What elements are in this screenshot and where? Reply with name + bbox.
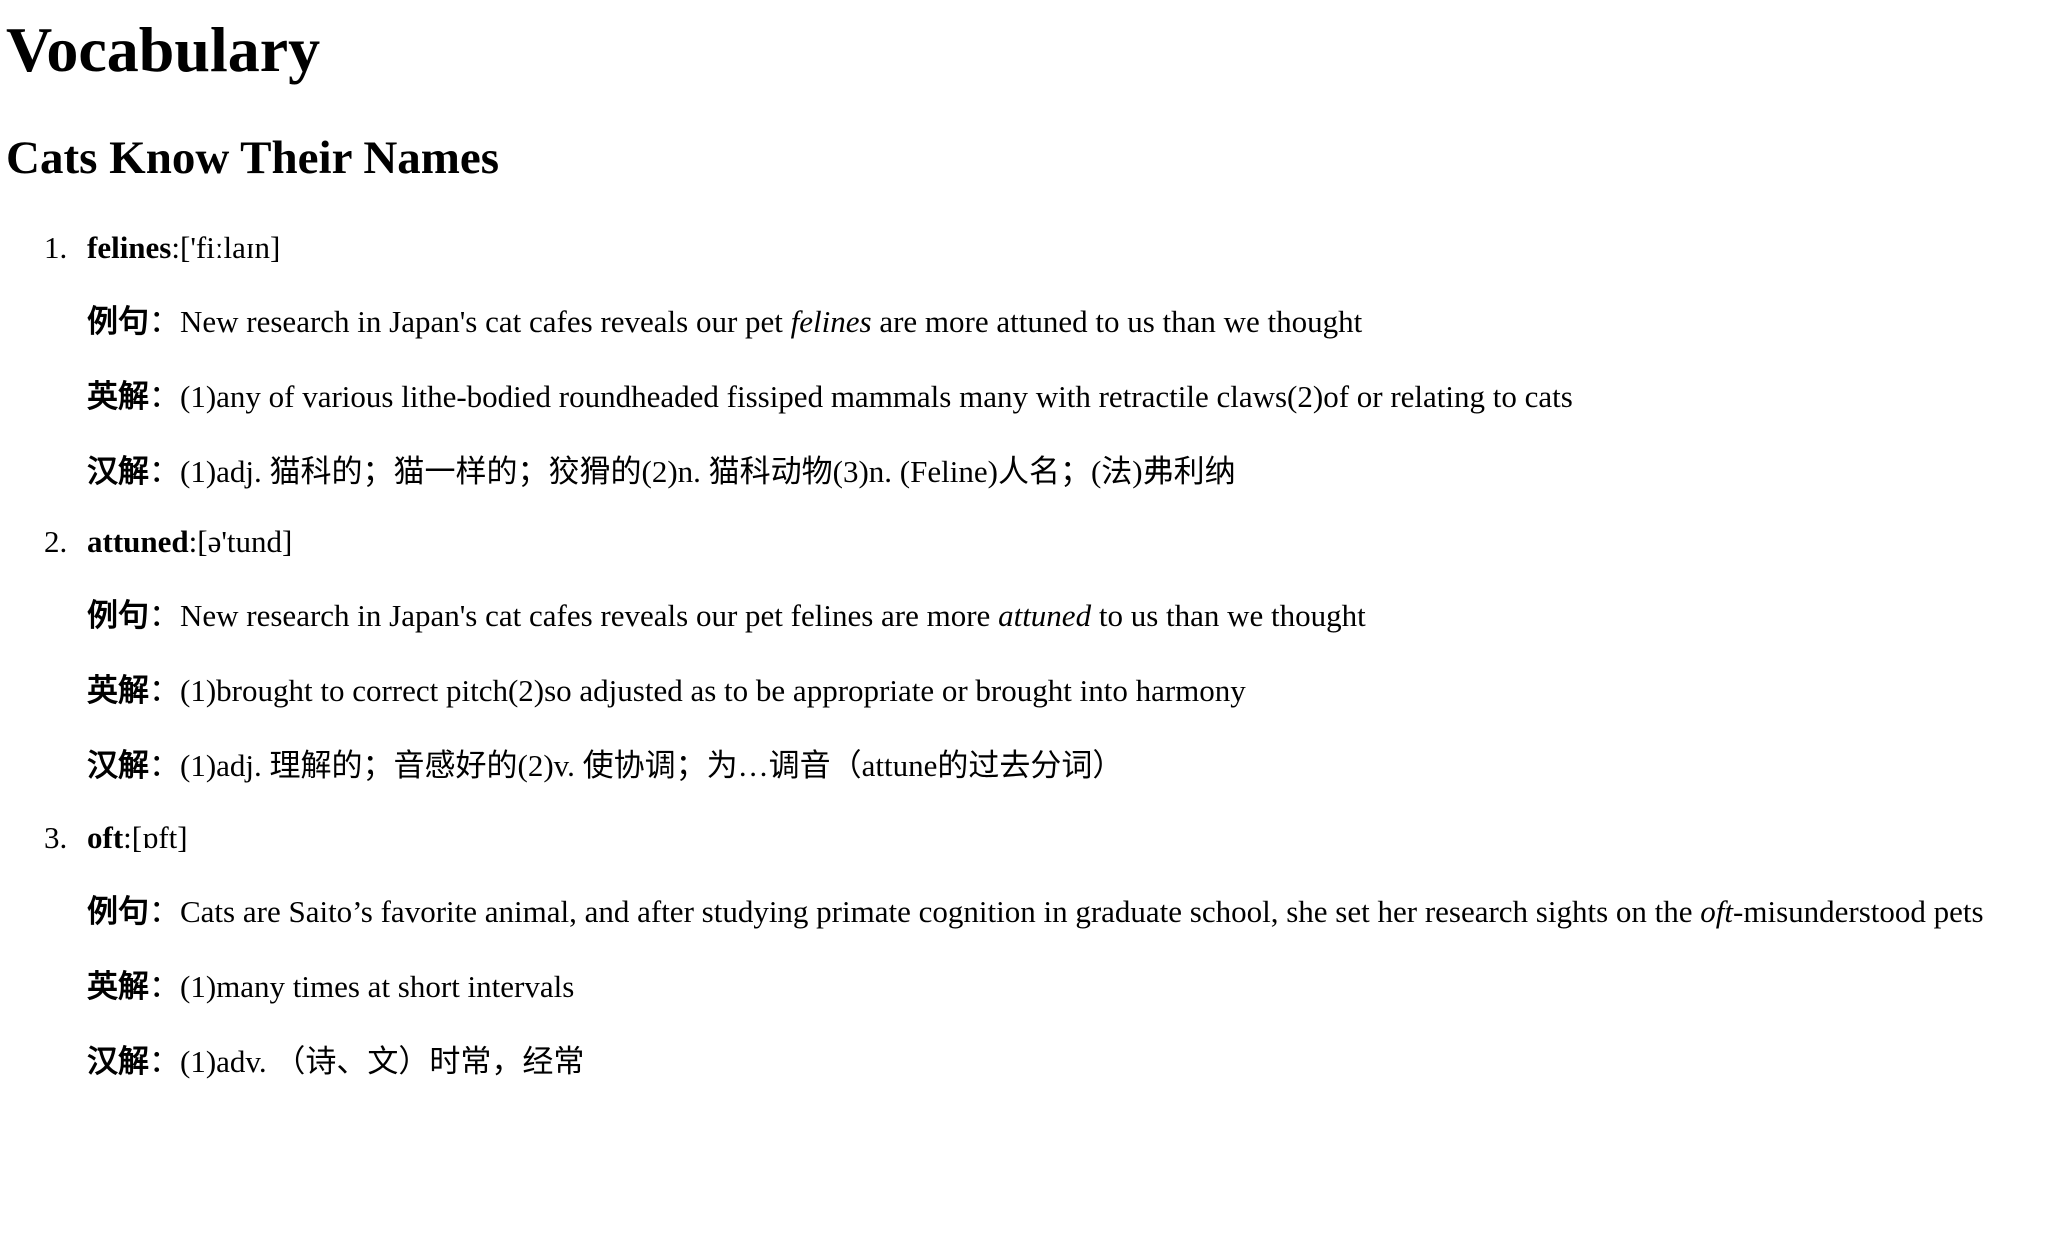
page-title: Vocabulary [6,14,321,85]
chinese-label: 汉解 [87,748,149,783]
entry-number: 3. [44,820,68,855]
example-label: 例句 [87,894,149,929]
headword: felines [87,230,172,265]
chinese-label: 汉解 [87,454,149,489]
example-text: New research in Japan's cat cafes reveal… [180,304,791,339]
example-sentence: 例句：Cats are Saito’s favorite animal, and… [87,894,1984,929]
english-label: 英解 [87,969,149,1004]
english-text: (1)brought to correct pitch(2)so adjuste… [180,673,1246,708]
entry-number: 1. [44,230,68,265]
headword: oft [87,820,124,855]
entry-headword: attuned:[ə'tund] [87,522,292,562]
example-text-end: -misunderstood pets [1733,894,1984,929]
chinese-label: 汉解 [87,1044,149,1079]
entry-number: 2. [44,524,68,559]
phonetic: [ɒft] [131,820,188,855]
entry-headword: felines:['fiːlaɪn] [87,228,280,268]
example-keyword: attuned [998,598,1092,633]
headword-colon: : [171,230,180,265]
article-title: Cats Know Their Names [6,132,500,184]
headword: attuned [87,524,189,559]
headword-colon: : [188,524,198,559]
entry-headword: oft:[ɒft] [87,818,188,858]
example-label: 例句 [87,598,149,633]
example-keyword: felines [790,304,872,339]
english-text: (1)many times at short intervals [180,969,575,1004]
english-definition: 英解：(1)any of various lithe-bodied roundh… [87,379,1573,414]
chinese-text: (1)adv. （诗、文）时常，经常 [180,1044,585,1079]
english-label: 英解 [87,673,149,708]
example-sentence: 例句：New research in Japan's cat cafes rev… [87,598,1366,633]
headword-colon: : [123,820,132,855]
phonetic: ['fiːlaɪn] [180,230,281,265]
english-definition: 英解：(1)brought to correct pitch(2)so adju… [87,673,1246,708]
chinese-text: (1)adj. 理解的；音感好的(2)v. 使协调；为…调音（attune的过去… [180,748,1124,783]
example-text-end: to us than we thought [1091,598,1366,633]
example-label: 例句 [87,304,149,339]
example-keyword: oft [1700,894,1734,929]
english-label: 英解 [87,379,149,414]
english-text: (1)any of various lithe-bodied roundhead… [180,379,1573,414]
english-definition: 英解：(1)many times at short intervals [87,969,575,1004]
example-text: Cats are Saito’s favorite animal, and af… [180,894,1701,929]
chinese-definition: 汉解：(1)adj. 猫科的；猫一样的；狡猾的(2)n. 猫科动物(3)n. (… [87,454,1236,489]
chinese-definition: 汉解：(1)adj. 理解的；音感好的(2)v. 使协调；为…调音（attune… [87,748,1124,783]
example-text-end: are more attuned to us than we thought [871,304,1363,339]
example-sentence: 例句：New research in Japan's cat cafes rev… [87,304,1363,339]
chinese-text: (1)adj. 猫科的；猫一样的；狡猾的(2)n. 猫科动物(3)n. (Fel… [180,454,1236,489]
example-text: New research in Japan's cat cafes reveal… [180,598,999,633]
chinese-definition: 汉解：(1)adv. （诗、文）时常，经常 [87,1044,585,1079]
phonetic: [ə'tund] [197,524,293,559]
